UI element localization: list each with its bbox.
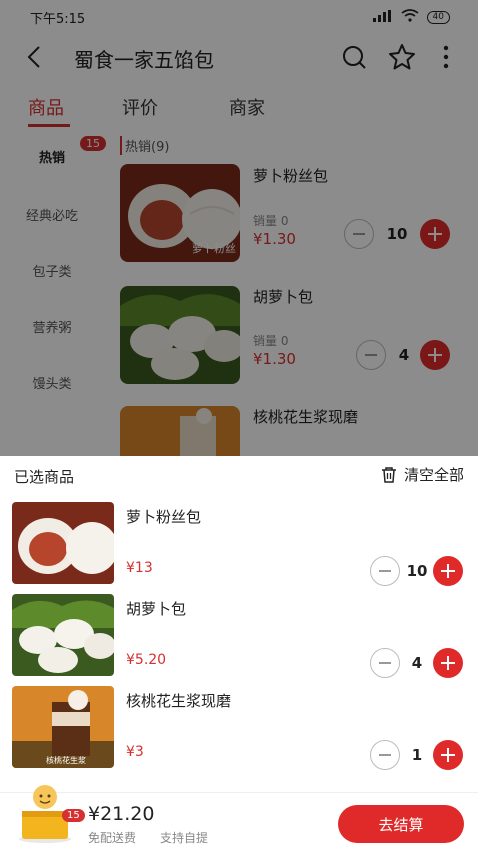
cart-item-image [12,594,114,676]
cart-item-name: 核桃花生浆现磨 [126,692,232,710]
plus-icon [441,748,455,762]
cart-item-quantity: 4 [411,654,423,672]
decrease-button[interactable] [370,740,400,770]
minus-icon [379,570,391,572]
cart-count-badge: 15 [62,809,85,822]
increase-button[interactable] [433,648,463,678]
decrease-button[interactable] [370,556,400,586]
decrease-button[interactable] [370,648,400,678]
cart-item-image [12,502,114,584]
trash-icon [381,466,396,483]
cart-title: 已选商品 [14,468,75,486]
minus-icon [379,754,391,756]
clear-all-button[interactable]: 清空全部 [380,464,464,485]
dim-overlay[interactable] [0,0,478,456]
checkout-button[interactable]: 去结算 [338,805,464,843]
plus-icon [441,564,455,578]
increase-button[interactable] [433,556,463,586]
cart-item-quantity: 1 [411,746,423,764]
shipping-note: 免配送费 [88,831,137,845]
cart-item-price: ¥13 [126,560,153,576]
cart-item-price: ¥5.20 [126,652,167,668]
plus-icon [441,656,455,670]
cart-item-price: ¥3 [126,744,144,760]
minus-icon [379,662,391,664]
cart-item-name: 胡萝卜包 [126,600,187,618]
pickup-note: 支持自提 [160,831,209,845]
cart-item-name: 萝卜粉丝包 [126,508,202,526]
clear-all-label: 清空全部 [403,466,464,484]
cart-total: ¥21.20 [88,803,155,825]
increase-button[interactable] [433,740,463,770]
cart-item-image: 核桃花生浆 [12,686,114,768]
cart-image-brand-text: 核桃花生浆 [46,755,86,765]
checkout-bar: 15 ¥21.20 免配送费 支持自提 去结算 [0,785,478,850]
cart-item-quantity: 10 [406,562,428,580]
